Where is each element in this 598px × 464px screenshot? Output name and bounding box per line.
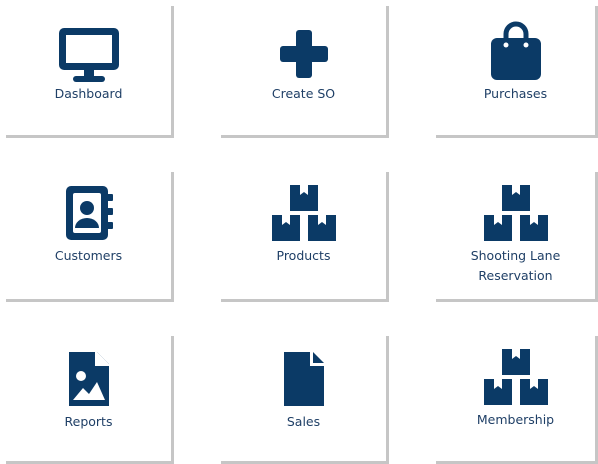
image-file-icon (67, 350, 111, 408)
monitor-icon (57, 26, 121, 84)
tile-label: Dashboard (54, 86, 123, 101)
boxes-icon (483, 184, 549, 242)
tile-sales[interactable]: Sales (221, 336, 389, 464)
tile-create-so[interactable]: Create SO (221, 6, 389, 138)
tile-purchases[interactable]: Purchases (436, 6, 598, 138)
plus-icon (278, 28, 330, 80)
tile-label: Reports (64, 414, 113, 429)
tile-label: Products (276, 248, 331, 263)
tile-label: Create SO (271, 86, 336, 101)
address-book-icon (62, 184, 116, 242)
boxes-icon (271, 184, 337, 242)
tile-shooting-lane-reservation[interactable]: Shooting Lane Reservation (436, 172, 598, 302)
tile-label: Sales (286, 414, 321, 429)
tile-label: Shooting Lane Reservation (470, 248, 561, 283)
tile-label: Membership (476, 412, 555, 427)
boxes-icon (483, 348, 549, 406)
tile-membership[interactable]: Membership (436, 336, 598, 464)
tile-products[interactable]: Products (221, 172, 389, 302)
shopping-bag-icon (489, 20, 543, 82)
tile-label: Purchases (483, 86, 548, 101)
file-icon (282, 350, 326, 408)
tile-dashboard[interactable]: Dashboard (6, 6, 174, 138)
tile-customers[interactable]: Customers (6, 172, 174, 302)
tile-label: Customers (54, 248, 123, 263)
tile-reports[interactable]: Reports (6, 336, 174, 464)
